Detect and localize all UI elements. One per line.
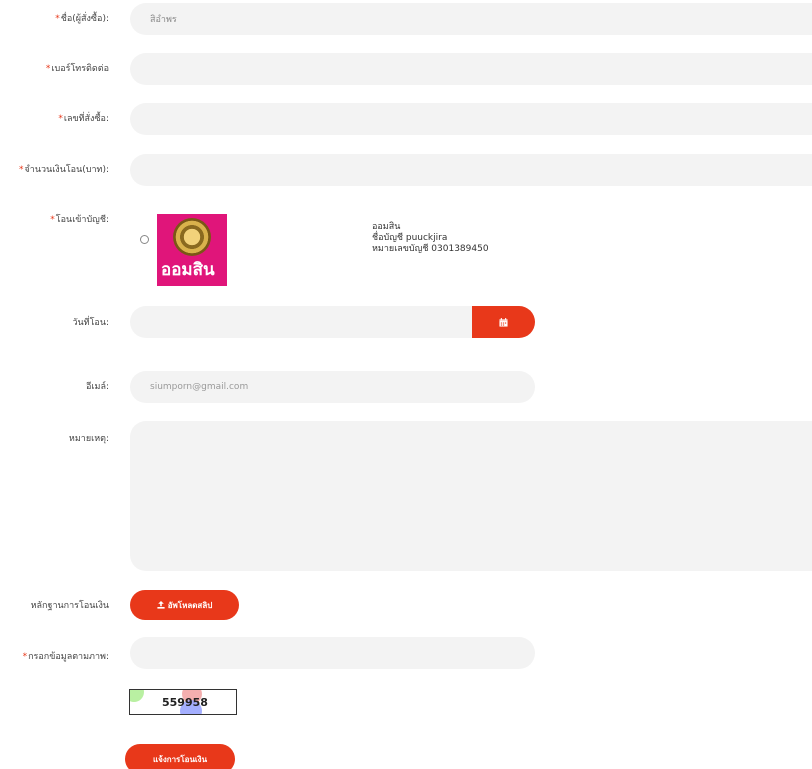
email-label: อีเมล์: [86, 382, 109, 392]
submit-transfer-label: แจ้งการโอนเงิน [152, 754, 208, 764]
order-number-label: *เลขที่สั่งซื้อ: [58, 114, 109, 124]
upload-slip-label: อัพโหลดสลิป [167, 600, 213, 610]
account-label: *โอนเข้าบัญชี: [50, 215, 109, 225]
calendar-icon [499, 317, 508, 327]
captcha-image: 559958 [129, 689, 237, 715]
upload-slip-button[interactable]: อัพโหลดสลิป [130, 590, 239, 620]
bank-logo: ออมสิน [157, 214, 227, 286]
submit-transfer-button[interactable]: แจ้งการโอนเงิน [125, 744, 235, 769]
bank-logo-text: ออมสิน [161, 260, 215, 280]
note-label: หมายเหตุ: [68, 434, 109, 444]
amount-input[interactable] [130, 154, 812, 186]
email-input[interactable] [130, 371, 535, 403]
note-textarea[interactable] [130, 421, 812, 571]
captcha-input[interactable] [130, 637, 535, 669]
captcha-label: *กรอกข้อมูลตามภาพ: [22, 652, 109, 662]
name-label: *ชื่อ(ผู้สั่งซื้อ): [55, 14, 109, 24]
captcha-code: 559958 [162, 696, 208, 709]
phone-input[interactable] [130, 53, 812, 85]
proof-label: หลักฐานการโอนเงิน [30, 601, 109, 611]
date-picker-button[interactable] [472, 306, 535, 338]
amount-label: *จำนวนเงินโอน(บาท): [19, 165, 109, 175]
transfer-date-input[interactable] [130, 306, 490, 338]
phone-label: *เบอร์โทรติดต่อ [45, 64, 109, 74]
transfer-date-label: วันที่โอน: [72, 318, 109, 328]
account-name: ชื่อบัญชี puuckjira [372, 233, 448, 243]
bank-info: ออมสิน ชื่อบัญชี puuckjira หมายเลขบัญชี … [372, 222, 489, 255]
name-input[interactable] [130, 3, 812, 35]
bank-name: ออมสิน [372, 222, 401, 232]
order-number-input[interactable] [130, 103, 812, 135]
account-radio[interactable] [140, 235, 149, 244]
account-number: หมายเลขบัญชี 0301389450 [372, 244, 489, 254]
bank-seal-icon [173, 218, 211, 256]
upload-icon [157, 601, 165, 609]
